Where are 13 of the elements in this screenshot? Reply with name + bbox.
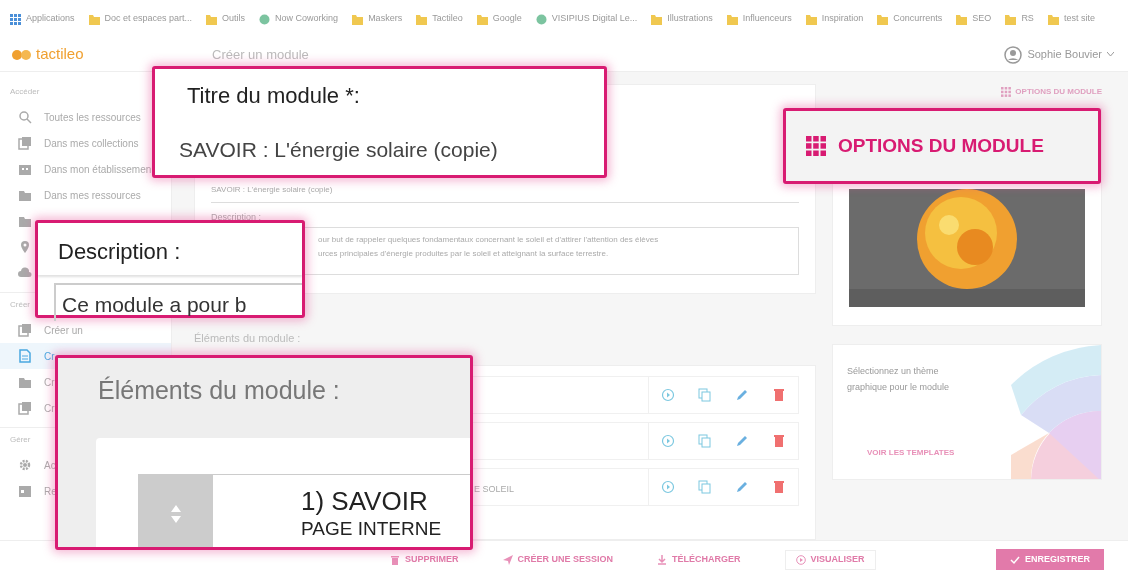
element-title: 1) SAVOIR <box>301 487 428 515</box>
options-label: OPTIONS DU MODULE <box>838 133 1044 158</box>
field-value: SAVOIR : L'énergie solaire (copie) <box>179 137 499 163</box>
section-heading: Éléments du module : <box>97 375 341 406</box>
section-heading: Accéder <box>10 86 40 98</box>
element-type: PAGE INTERNE <box>301 519 442 539</box>
logo-text: tactileo <box>36 44 84 65</box>
field-label: Description : <box>211 210 263 224</box>
field-label: Titre du module *: <box>187 82 361 110</box>
page-title: Créer un module <box>211 45 309 64</box>
theme-prompt: Sélectionnez un thème graphique pour le module <box>847 365 951 394</box>
element-title: E SOLEIL <box>474 483 515 494</box>
section-heading: Créer <box>10 299 30 311</box>
